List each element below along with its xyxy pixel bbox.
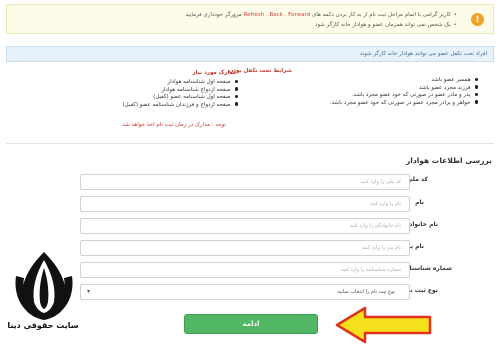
bullet-icon xyxy=(474,92,478,97)
first-name-input[interactable] xyxy=(80,196,410,212)
father-name-input[interactable] xyxy=(80,240,410,256)
last-name-input[interactable] xyxy=(80,218,410,234)
arrow-left-icon xyxy=(335,306,432,344)
page-title: بررسی اطلاعات هوادار xyxy=(405,156,492,165)
documents-note: توجه : مدارک در زمان ثبت نام اخذ خواهد ش… xyxy=(120,122,227,128)
birth-certificate-input[interactable] xyxy=(80,262,410,278)
list-item: صفحه ازدواج شناسنامه هوادار xyxy=(108,87,238,95)
list-item: صفحه اول شناسنامه هوادار xyxy=(108,79,238,87)
list-item: خواهر و برادر مجرد عضو در صورتی که خود ع… xyxy=(218,100,478,108)
list-item: صفحه ازدواج و فرزندان شناسنامه عضو (کفیل… xyxy=(108,102,238,110)
list-item: پدر و مادر عضو در صورتی که خود عضو مجرد … xyxy=(218,92,478,100)
select-value: نوع ثبت نام را انتخاب نمایید xyxy=(337,289,395,295)
registration-type-select[interactable]: نوع ثبت نام را انتخاب نمایید ▾ xyxy=(80,284,410,300)
conditions-list: همسر عضو باشد فرزند مجرد عضو باشد پدر و … xyxy=(218,77,478,107)
documents-list: صفحه اول شناسنامه هوادار صفحه ازدواج شنا… xyxy=(108,79,238,109)
divider xyxy=(6,143,494,144)
info-bar: افراد تحت تکفل عضو می توانند هوادار خانه… xyxy=(6,46,494,62)
info-bar-text: افراد تحت تکفل عضو می توانند هوادار خانه… xyxy=(359,51,487,57)
documents-title: مدارک مورد نیاز xyxy=(192,70,236,76)
list-item: صفحه اول شناسنامه عضو (کفیل) xyxy=(108,94,238,102)
bullet-icon xyxy=(474,77,478,82)
bullet-icon xyxy=(234,87,238,91)
list-item: فرزند مجرد عضو باشد xyxy=(218,85,478,93)
continue-button[interactable]: ادامه xyxy=(184,314,318,334)
bullet-icon xyxy=(474,100,478,104)
national-code-input[interactable] xyxy=(80,174,410,190)
notice-line-1: •کاربر گرامی با اتمام مراحل ثبت نام از ب… xyxy=(185,12,457,18)
conditions-title: شرایط تحت تکفل بودن xyxy=(228,68,292,74)
warning-icon: ! xyxy=(471,13,484,26)
first-name-label: نام xyxy=(415,199,424,206)
bullet-icon xyxy=(234,102,238,106)
notice-line-2: •یک شخص نمی تواند همزمان عضو و هوادار خا… xyxy=(315,22,457,28)
bullet-icon xyxy=(234,94,238,99)
chevron-down-icon: ▾ xyxy=(87,288,91,295)
warning-notice: •کاربر گرامی با اتمام مراحل ثبت نام از ب… xyxy=(6,4,494,34)
bullet-icon xyxy=(234,79,238,84)
bullet-icon xyxy=(474,85,478,89)
watermark-text: سایت حقوقی دینا xyxy=(7,321,79,330)
list-item: همسر عضو باشد xyxy=(218,77,478,85)
